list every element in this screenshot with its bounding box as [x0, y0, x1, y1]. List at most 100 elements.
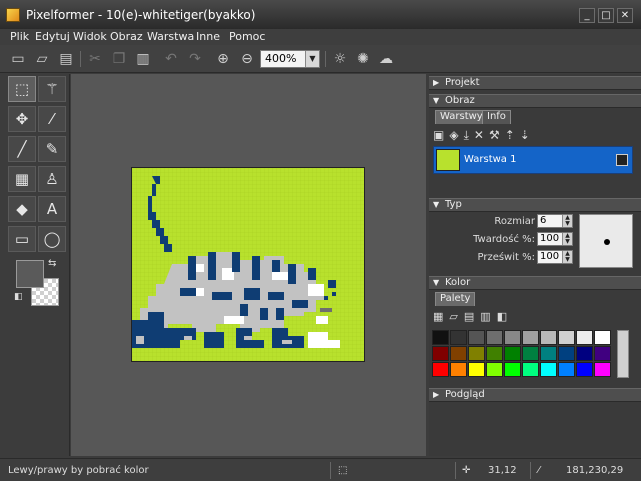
palette-swatch[interactable] — [522, 346, 539, 361]
palette-swatch[interactable] — [594, 330, 611, 345]
palette-swatch[interactable] — [486, 346, 503, 361]
palette-swatch[interactable] — [432, 362, 449, 377]
eraser-icon[interactable]: ◆ — [8, 196, 36, 222]
magic-wand-icon[interactable]: ⚚ — [38, 76, 66, 102]
close-button[interactable]: ✕ — [617, 8, 633, 23]
swap-colors-icon[interactable]: ⇆ — [48, 258, 56, 269]
pencil-icon[interactable]: ╱ — [8, 136, 36, 162]
menu-inne[interactable]: Inne — [196, 30, 220, 43]
menu-widok[interactable]: Widok — [73, 30, 107, 43]
reset-colors-icon[interactable]: ◧ — [14, 292, 23, 302]
palette-swatch[interactable] — [468, 362, 485, 377]
palette-swatch[interactable] — [450, 362, 467, 377]
palette-save-icon[interactable]: ▤ — [464, 310, 480, 323]
delete-layer-icon[interactable]: ✕ — [474, 128, 489, 142]
layer-properties-icon[interactable]: ⚒ — [489, 128, 505, 142]
tab-warstwy[interactable]: Warstwy — [435, 110, 488, 124]
palette-swatch[interactable] — [576, 330, 593, 345]
palette-swatch[interactable] — [540, 330, 557, 345]
pixel-canvas[interactable] — [131, 167, 365, 362]
palette-swatch[interactable] — [558, 362, 575, 377]
rect-select-icon[interactable]: ⬚ — [8, 76, 36, 102]
stamp-icon[interactable]: ♙ — [38, 166, 66, 192]
palette-print-icon[interactable]: ▥ — [480, 310, 496, 323]
palette-swatch[interactable] — [486, 362, 503, 377]
panel-header-projekt[interactable]: ▶ Projekt — [429, 76, 641, 90]
open-icon[interactable]: ▱ — [32, 49, 52, 69]
move-layer-up-icon[interactable]: ⇡ — [505, 128, 520, 142]
zoom-in-icon[interactable]: ⊕ — [213, 49, 233, 69]
palette-swatch[interactable] — [594, 346, 611, 361]
palette-swatch[interactable] — [504, 330, 521, 345]
palette-swatch[interactable] — [468, 330, 485, 345]
brush-icon[interactable]: ✎ — [38, 136, 66, 162]
opacity-input[interactable]: 100 ▲ ▼ — [537, 250, 573, 264]
minimize-button[interactable]: _ — [579, 8, 595, 23]
merge-layer-icon[interactable]: ⤓ — [464, 128, 474, 142]
move-icon[interactable]: ✥ — [8, 106, 36, 132]
palette-swap-icon[interactable]: ◧ — [497, 310, 513, 323]
palette-swatch[interactable] — [558, 346, 575, 361]
palette-swatch[interactable] — [432, 330, 449, 345]
tab-palety[interactable]: Palety — [435, 292, 476, 306]
gradient-icon[interactable]: ▦ — [8, 166, 36, 192]
palette-swatch[interactable] — [540, 346, 557, 361]
lighten-icon[interactable]: ☼ — [330, 49, 350, 69]
panel-header-obraz[interactable]: ▼ Obraz — [429, 94, 641, 108]
save-icon[interactable]: ▤ — [56, 49, 76, 69]
panel-header-podglad[interactable]: ▶ Podgląd — [429, 388, 641, 402]
spin-arrows-icon[interactable]: ▲ ▼ — [562, 215, 572, 227]
eyedropper-icon[interactable]: ⁄ — [38, 106, 66, 132]
paste-icon[interactable]: ▥ — [133, 49, 153, 69]
palette-swatch[interactable] — [558, 330, 575, 345]
cloud-icon[interactable]: ☁ — [376, 49, 396, 69]
duplicate-layer-icon[interactable]: ◈ — [449, 128, 463, 142]
maximize-button[interactable]: □ — [598, 8, 614, 23]
layer-row[interactable]: Warstwa 1 — [433, 146, 633, 174]
palette-scrollbar[interactable] — [617, 330, 629, 378]
size-input[interactable]: 6 ▲ ▼ — [537, 214, 573, 228]
new-layer-icon[interactable]: ▣ — [433, 128, 449, 142]
spin-arrows-icon[interactable]: ▲ ▼ — [562, 233, 572, 245]
panel-header-kolor[interactable]: ▼ Kolor — [429, 276, 641, 290]
zoom-select[interactable]: 400% ▼ — [260, 50, 320, 68]
palette-swatch[interactable] — [522, 330, 539, 345]
redo-icon[interactable]: ↷ — [185, 49, 205, 69]
layer-visibility-icon[interactable] — [616, 154, 628, 166]
palette-swatch[interactable] — [450, 346, 467, 361]
undo-icon[interactable]: ↶ — [161, 49, 181, 69]
palette-swatch[interactable] — [594, 362, 611, 377]
menu-plik[interactable]: Plik — [10, 30, 29, 43]
new-icon[interactable]: ▭ — [8, 49, 28, 69]
palette-swatch[interactable] — [522, 362, 539, 377]
move-layer-down-icon[interactable]: ⇣ — [520, 128, 535, 142]
chevron-down-icon[interactable]: ▼ — [305, 51, 319, 67]
palette-swatch[interactable] — [450, 330, 467, 345]
cut-icon[interactable]: ✂ — [85, 49, 105, 69]
foreground-color-swatch[interactable] — [16, 260, 44, 288]
copy-icon[interactable]: ❐ — [109, 49, 129, 69]
spin-arrows-icon[interactable]: ▲ ▼ — [562, 251, 572, 263]
menu-warstwa[interactable]: Warstwa — [147, 30, 194, 43]
menu-edytuj[interactable]: Edytuj — [35, 30, 70, 43]
palette-swatch[interactable] — [540, 362, 557, 377]
menu-obraz[interactable]: Obraz — [110, 30, 143, 43]
tab-info[interactable]: Info — [482, 110, 511, 124]
hardness-input[interactable]: 100 ▲ ▼ — [537, 232, 573, 246]
palette-swatch[interactable] — [576, 346, 593, 361]
ellipse-icon[interactable]: ◯ — [38, 226, 66, 252]
panel-header-typ[interactable]: ▼ Typ — [429, 198, 641, 212]
palette-swatch[interactable] — [468, 346, 485, 361]
palette-swatch[interactable] — [486, 330, 503, 345]
palette-grid-icon[interactable]: ▦ — [433, 310, 449, 323]
palette-swatch[interactable] — [576, 362, 593, 377]
palette-swatch[interactable] — [432, 346, 449, 361]
canvas-workspace[interactable] — [71, 74, 426, 456]
palette-swatch[interactable] — [504, 346, 521, 361]
menu-pomoc[interactable]: Pomoc — [229, 30, 265, 43]
palette-open-icon[interactable]: ▱ — [449, 310, 463, 323]
rectangle-icon[interactable]: ▭ — [8, 226, 36, 252]
zoom-out-icon[interactable]: ⊖ — [237, 49, 257, 69]
text-icon[interactable]: A — [38, 196, 66, 222]
palette-swatch[interactable] — [504, 362, 521, 377]
